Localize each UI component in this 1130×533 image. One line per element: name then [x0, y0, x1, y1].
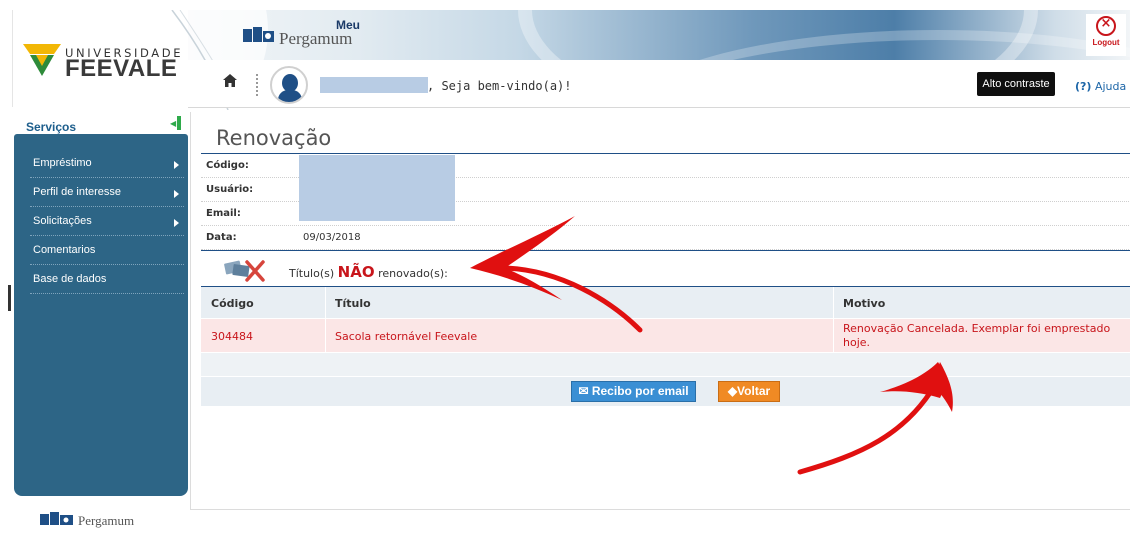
sidebar-item-label: Solicitações [33, 215, 92, 227]
logout-label: Logout [1092, 38, 1120, 47]
field-label: Usuário: [206, 184, 254, 195]
table-row: 304484 Sacola retornável Feevale Renovaç… [201, 318, 1130, 353]
cell-motivo-line1: Renovação Cancelada. Exemplar foi empres… [843, 322, 1111, 335]
column-header-codigo: Código [211, 297, 254, 310]
cell-motivo-line2: hoje. [843, 336, 871, 349]
sidebar-item-emprestimo[interactable]: Empréstimo [30, 149, 184, 178]
submenu-chevron-icon [174, 161, 179, 169]
email-receipt-label: Recibo por email [591, 384, 689, 398]
sidebar-title: Serviços [26, 120, 77, 134]
status-message: Título(s) NÃO renovado(s): [289, 263, 448, 281]
footer-app-name: Pergamum [78, 513, 135, 528]
help-link[interactable]: (?) Ajuda [1075, 80, 1126, 93]
info-row-data: Data: 09/03/2018 [201, 226, 1130, 250]
sidebar-item-solicitacoes[interactable]: Solicitações [30, 207, 184, 236]
cell-codigo: 304484 [211, 330, 253, 343]
sidebar-item-base-de-dados[interactable]: Base de dados [30, 265, 184, 294]
back-label: Voltar [737, 384, 771, 398]
email-receipt-button[interactable]: ✉ Recibo por email [571, 381, 696, 402]
table-header: Código Título Motivo [201, 286, 1130, 319]
sidebar-header: Serviços ◀ [12, 110, 188, 134]
field-label: Email: [206, 208, 241, 219]
renewal-failed-icon [224, 260, 265, 282]
sidebar-item-label: Perfil de interesse [33, 186, 122, 198]
sidebar-item-perfil-de-interesse[interactable]: Perfil de interesse [30, 178, 184, 207]
university-name: FEEVALE [65, 55, 178, 82]
logout-button[interactable]: × Logout [1086, 14, 1126, 56]
sidebar: Empréstimo Perfil de interesse Solicitaç… [14, 134, 188, 496]
help-label: Ajuda [1094, 80, 1127, 93]
submenu-chevron-icon [174, 190, 179, 198]
field-value: 09/03/2018 [303, 232, 361, 243]
pergamum-books-icon [243, 27, 274, 42]
sidebar-item-label: Comentarios [33, 244, 96, 256]
sidebar-menu: Empréstimo Perfil de interesse Solicitaç… [30, 149, 184, 294]
help-icon: (?) [1075, 80, 1092, 93]
page-edge-marker [8, 285, 11, 311]
main-panel: Renovação Código: Usuário: Email: Data: … [190, 112, 1130, 510]
page-title: Renovação [216, 126, 332, 150]
redacted-user-name [320, 77, 428, 93]
status-prefix: Título(s) [289, 267, 335, 280]
results-table: Código Título Motivo 304484 Sacola retor… [201, 286, 1130, 406]
pergamum-books-icon [40, 512, 73, 525]
home-icon[interactable] [223, 73, 237, 91]
renewal-status: Título(s) NÃO renovado(s): [201, 250, 1130, 286]
back-arrow-icon: ◆ [727, 384, 738, 398]
welcome-text: , Seja bem-vindo(a)! [427, 79, 572, 93]
email-icon: ✉ [578, 384, 589, 398]
avatar-icon [270, 66, 308, 104]
cell-titulo: Sacola retornável Feevale [335, 330, 478, 343]
back-button[interactable]: ◆Voltar [718, 381, 780, 402]
field-label: Data: [206, 232, 237, 243]
logout-icon: × [1096, 16, 1116, 36]
table-spacer [201, 352, 1130, 376]
user-bar: , Seja bem-vindo(a)! Alto contraste (?) … [188, 60, 1130, 108]
sidebar-footer-logo: Pergamum [12, 497, 188, 533]
status-emphasis: NÃO [337, 263, 375, 281]
status-suffix: renovado(s): [378, 267, 448, 280]
feevale-shield-icon [23, 44, 61, 76]
sidebar-collapse-icon[interactable]: ◀ [170, 116, 184, 130]
sidebar-item-label: Base de dados [33, 273, 107, 285]
column-header-titulo: Título [335, 297, 371, 310]
redacted-user-details [299, 155, 455, 221]
column-header-motivo: Motivo [843, 297, 886, 310]
sidebar-item-label: Empréstimo [33, 157, 92, 169]
submenu-chevron-icon [174, 219, 179, 227]
app-name: Pergamum [279, 29, 353, 48]
field-label: Código: [206, 160, 249, 171]
sidebar-item-comentarios[interactable]: Comentarios [30, 236, 184, 265]
action-bar: ✉ Recibo por email ◆Voltar [201, 376, 1130, 406]
separator [256, 74, 258, 96]
university-logo: UNIVERSIDADE FEEVALE [12, 10, 187, 107]
high-contrast-button[interactable]: Alto contraste [977, 72, 1055, 96]
